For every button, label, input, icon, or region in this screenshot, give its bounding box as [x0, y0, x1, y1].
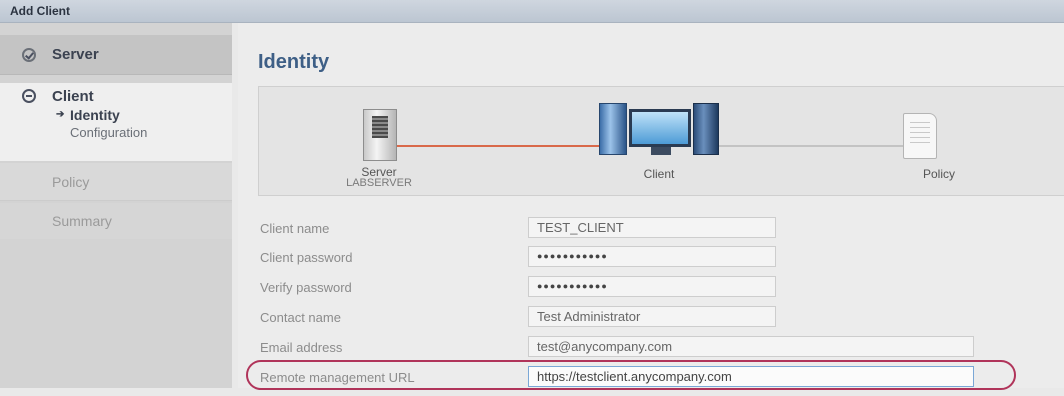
connector-server-client [397, 145, 607, 147]
main-panel: Identity Server LABSERVER Client Policy … [238, 23, 1064, 388]
policy-node-label: Policy [922, 167, 955, 181]
sidebar-item-label: Policy [52, 174, 90, 190]
form-row-verify-password: Verify password ●●●●●●●●●●● [238, 276, 1064, 306]
client-password-label: Client password [260, 250, 353, 265]
contact-name-field[interactable]: Test Administrator [528, 306, 776, 327]
sidebar-item-label: Server [52, 46, 99, 63]
highlight-annotation [246, 360, 1016, 390]
server-icon [363, 109, 397, 161]
email-address-field[interactable]: test@anycompany.com [528, 336, 974, 357]
sidebar-item-summary[interactable]: Summary [0, 203, 232, 239]
client-name-field[interactable]: TEST_CLIENT [528, 217, 776, 238]
email-address-label: Email address [260, 340, 343, 355]
window-title-bar: Add Client [0, 0, 1064, 23]
check-circle-icon [22, 48, 36, 62]
form-row-contact-name: Contact name Test Administrator [238, 306, 1064, 336]
wizard-sidebar: Server Client ➔ Identity Configuration P… [0, 23, 232, 388]
sidebar-item-label: Client [52, 88, 94, 105]
sidebar-item-label: Summary [52, 213, 112, 229]
verify-password-label: Verify password [260, 280, 352, 295]
current-step-icon [22, 89, 36, 103]
form-row-client-name: Client name TEST_CLIENT [238, 217, 1064, 247]
sidebar-item-policy[interactable]: Policy [0, 163, 232, 201]
window-title: Add Client [10, 4, 70, 18]
form-row-client-password: Client password ●●●●●●●●●●● [238, 246, 1064, 276]
client-node-label: Client [643, 167, 675, 181]
page-title: Identity [258, 51, 330, 73]
server-node-name: LABSERVER [346, 177, 412, 189]
sidebar-subitem-identity[interactable]: Identity [70, 107, 120, 123]
client-password-field[interactable]: ●●●●●●●●●●● [528, 246, 776, 267]
arrow-bullet-icon: ➔ [56, 109, 65, 120]
client-computer-icon [599, 103, 719, 159]
policy-document-icon [903, 113, 937, 159]
connector-client-policy [719, 145, 903, 147]
verify-password-field[interactable]: ●●●●●●●●●●● [528, 276, 776, 297]
setup-diagram: Server LABSERVER Client Policy [258, 86, 1064, 196]
client-name-label: Client name [260, 221, 330, 236]
sidebar-item-client[interactable]: Client ➔ Identity Configuration [0, 83, 232, 161]
sidebar-subitem-configuration[interactable]: Configuration [70, 125, 147, 140]
contact-name-label: Contact name [260, 310, 341, 325]
sidebar-item-server[interactable]: Server [0, 35, 232, 75]
